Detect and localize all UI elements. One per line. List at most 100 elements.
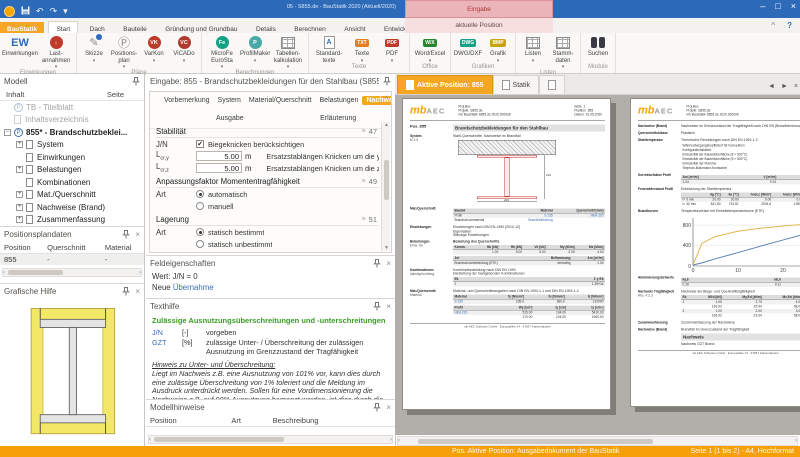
lcry-input[interactable]	[196, 151, 242, 161]
cell: Brandschutzbekleidung (ETK)	[453, 261, 533, 266]
tree-item-mat-querschnitt[interactable]: +Mat./Querschnitt	[0, 189, 144, 202]
expand-node-icon[interactable]: +	[16, 166, 23, 173]
expand-node-icon[interactable]: +	[16, 141, 23, 148]
redo-icon[interactable]: ↷	[50, 6, 58, 17]
close-panel-icon[interactable]: ×	[386, 259, 391, 268]
einwirkungen-button[interactable]: EW Einwirkungen	[2, 34, 38, 58]
eingabe-panel-title: Eingabe: 855 - Brandschutzbekleidungen f…	[150, 77, 379, 86]
menu-icon[interactable]: ≡	[362, 216, 366, 223]
pin-icon[interactable]	[122, 230, 130, 239]
scroll-down-icon[interactable]: ▼	[384, 245, 389, 251]
document-page-1[interactable]: mbAEC Proj.Bez Projekt S855.de mb BauSta…	[402, 98, 611, 410]
page1-footer: mb AEC Software GmbH · Europaallee 14 · …	[410, 324, 605, 329]
tab-vorbemerkung[interactable]: Vorbemerkung	[160, 96, 214, 105]
scroll-left-icon[interactable]: ‹	[3, 270, 5, 276]
help-icon[interactable]: ?	[787, 18, 792, 33]
expand-node-icon[interactable]: +	[16, 204, 23, 211]
ribbon-collapse-icon[interactable]: ^	[771, 18, 775, 33]
scroll-left-icon[interactable]: ‹	[149, 437, 151, 443]
varkon-button[interactable]: VK VarKon▾	[139, 34, 169, 64]
horizontal-scrollbar[interactable]: ‹ ›	[148, 435, 393, 444]
word-excel-button[interactable]: W/X Word/Excel▾	[412, 34, 448, 64]
positionsplandaten-table[interactable]: PositionQuerschnittMaterial855--	[0, 242, 144, 265]
grafik-button[interactable]: BMP Grafik▾	[483, 34, 513, 64]
pin-icon[interactable]	[373, 302, 381, 311]
manuell-radio[interactable]	[196, 202, 204, 210]
menu-icon[interactable]: ≡	[362, 178, 366, 185]
tree-item-kombinationen[interactable]: Kombinationen	[0, 176, 144, 189]
statisch-unbestimmt-radio[interactable]	[196, 240, 204, 248]
pin-icon[interactable]	[373, 403, 381, 412]
positionsplan-button[interactable]: Ⓟ Positions-plan▾	[109, 34, 139, 70]
skizze-button[interactable]: ✎ Skizze▾	[79, 34, 109, 64]
lcrz-input[interactable]	[196, 163, 242, 173]
expand-node-icon[interactable]: +	[16, 216, 23, 223]
page-prev-icon[interactable]: ◄	[768, 83, 775, 90]
tab-belastungen[interactable]: Belastungen	[316, 96, 363, 105]
app-logo-icon[interactable]	[4, 6, 15, 17]
profilmaker-button[interactable]: P ProfilMaker▾	[240, 34, 270, 64]
doc-tab-aktive-position[interactable]: Aktive Position: 855	[397, 75, 493, 94]
biegeknicken-checkbox[interactable]: ✔	[196, 140, 204, 148]
document-page-2[interactable]: mbAEC Proj.Bez Projekt S855.de mb BauSta…	[630, 98, 800, 407]
page-next-icon[interactable]: ►	[781, 83, 788, 90]
tree-item-belastungen[interactable]: +Belastungen	[0, 164, 144, 177]
tabellenkalkulation-button[interactable]: Tabellen-kalkulation▾	[270, 34, 306, 70]
minimize-button[interactable]: –	[760, 1, 765, 11]
tree-item-einwirkungen[interactable]: Einwirkungen	[0, 151, 144, 164]
standardtexte-button[interactable]: A Standard-texte	[311, 34, 347, 64]
collapse-node-icon[interactable]: −	[4, 129, 11, 136]
menu-icon[interactable]: ≡	[362, 128, 366, 135]
pin-icon[interactable]	[383, 77, 391, 86]
form-vertical-scrollbar[interactable]: ▲ ▼	[381, 122, 390, 251]
steel-beam-drawing	[477, 155, 537, 199]
listen-button[interactable]: Listen▾	[518, 34, 548, 64]
close-panel-icon[interactable]: ×	[386, 403, 391, 412]
expand-node-icon[interactable]: +	[16, 191, 23, 198]
horizontal-scrollbar[interactable]: ‹ ›	[2, 268, 142, 277]
stammdaten-icon	[556, 37, 570, 49]
statisch-bestimmt-radio[interactable]	[196, 228, 204, 236]
doc-tab-new[interactable]	[539, 75, 565, 94]
quick-access-dropdown-icon[interactable]: ▾	[63, 6, 68, 17]
pin-icon[interactable]	[122, 287, 130, 296]
tree-item-855[interactable]: −P855* - Brandschutzbeklei...	[0, 126, 144, 139]
cell: -	[101, 254, 144, 266]
scroll-left-icon[interactable]: ‹	[398, 438, 400, 444]
close-panel-icon[interactable]: ×	[135, 230, 140, 239]
scroll-right-icon[interactable]: ›	[390, 437, 392, 443]
neue-label: Neue	[152, 283, 173, 292]
tree-item-zusammenfassung[interactable]: +Zusammenfassung	[0, 214, 144, 227]
doc-tab-statik[interactable]: Statik	[493, 75, 540, 94]
stammdaten-button[interactable]: Stamm-daten▾	[548, 34, 578, 70]
texte-button[interactable]: TXT Texte▾	[347, 34, 377, 64]
scroll-right-icon[interactable]: ›	[795, 438, 797, 444]
tree-item-inhaltsverzeichnis[interactable]: Inhaltsverzeichnis	[0, 114, 144, 127]
context-tab-aktuelle-position[interactable]: aktuelle Position	[405, 18, 553, 33]
pin-icon[interactable]	[132, 77, 140, 86]
tab-system[interactable]: System	[214, 96, 245, 105]
suchen-button[interactable]: Suchen	[583, 34, 613, 58]
pin-icon[interactable]	[373, 259, 381, 268]
undo-icon[interactable]: ↶	[36, 6, 44, 17]
viewer-horizontal-scrollbar[interactable]: ‹ ›	[397, 436, 798, 446]
tree-item-nachweise-brand[interactable]: +Nachweise (Brand)	[0, 201, 144, 214]
pdf-button[interactable]: PDF PDF▾	[377, 34, 407, 64]
scroll-right-icon[interactable]: ›	[139, 270, 141, 276]
close-button[interactable]: ×	[791, 1, 796, 11]
dwg-dxf-button[interactable]: DWG DWG/DXF	[453, 34, 483, 58]
tree-item-system[interactable]: +System	[0, 139, 144, 152]
scroll-up-icon[interactable]: ▲	[384, 122, 389, 128]
close-viewer-icon[interactable]: ×	[794, 83, 798, 90]
tree-item-titelblatt[interactable]: PTB - Titelblatt	[0, 101, 144, 114]
vicado-button[interactable]: VC ViCADo▾	[169, 34, 199, 64]
close-panel-icon[interactable]: ×	[135, 287, 140, 296]
tab-material-querschnitt[interactable]: Material/Querschnitt	[245, 96, 316, 105]
collapse-form-icon[interactable]: ^	[385, 96, 388, 103]
automatisch-radio[interactable]	[196, 190, 204, 198]
microfe-button[interactable]: Fe MicroFe EuroSta▾	[204, 34, 240, 70]
maximize-button[interactable]: □	[775, 1, 780, 11]
uebernahme-link[interactable]: Übernahme	[173, 283, 214, 292]
lastannahmen-button[interactable]: ↓ Last-annahmen▾	[38, 34, 74, 70]
close-panel-icon[interactable]: ×	[386, 302, 391, 311]
